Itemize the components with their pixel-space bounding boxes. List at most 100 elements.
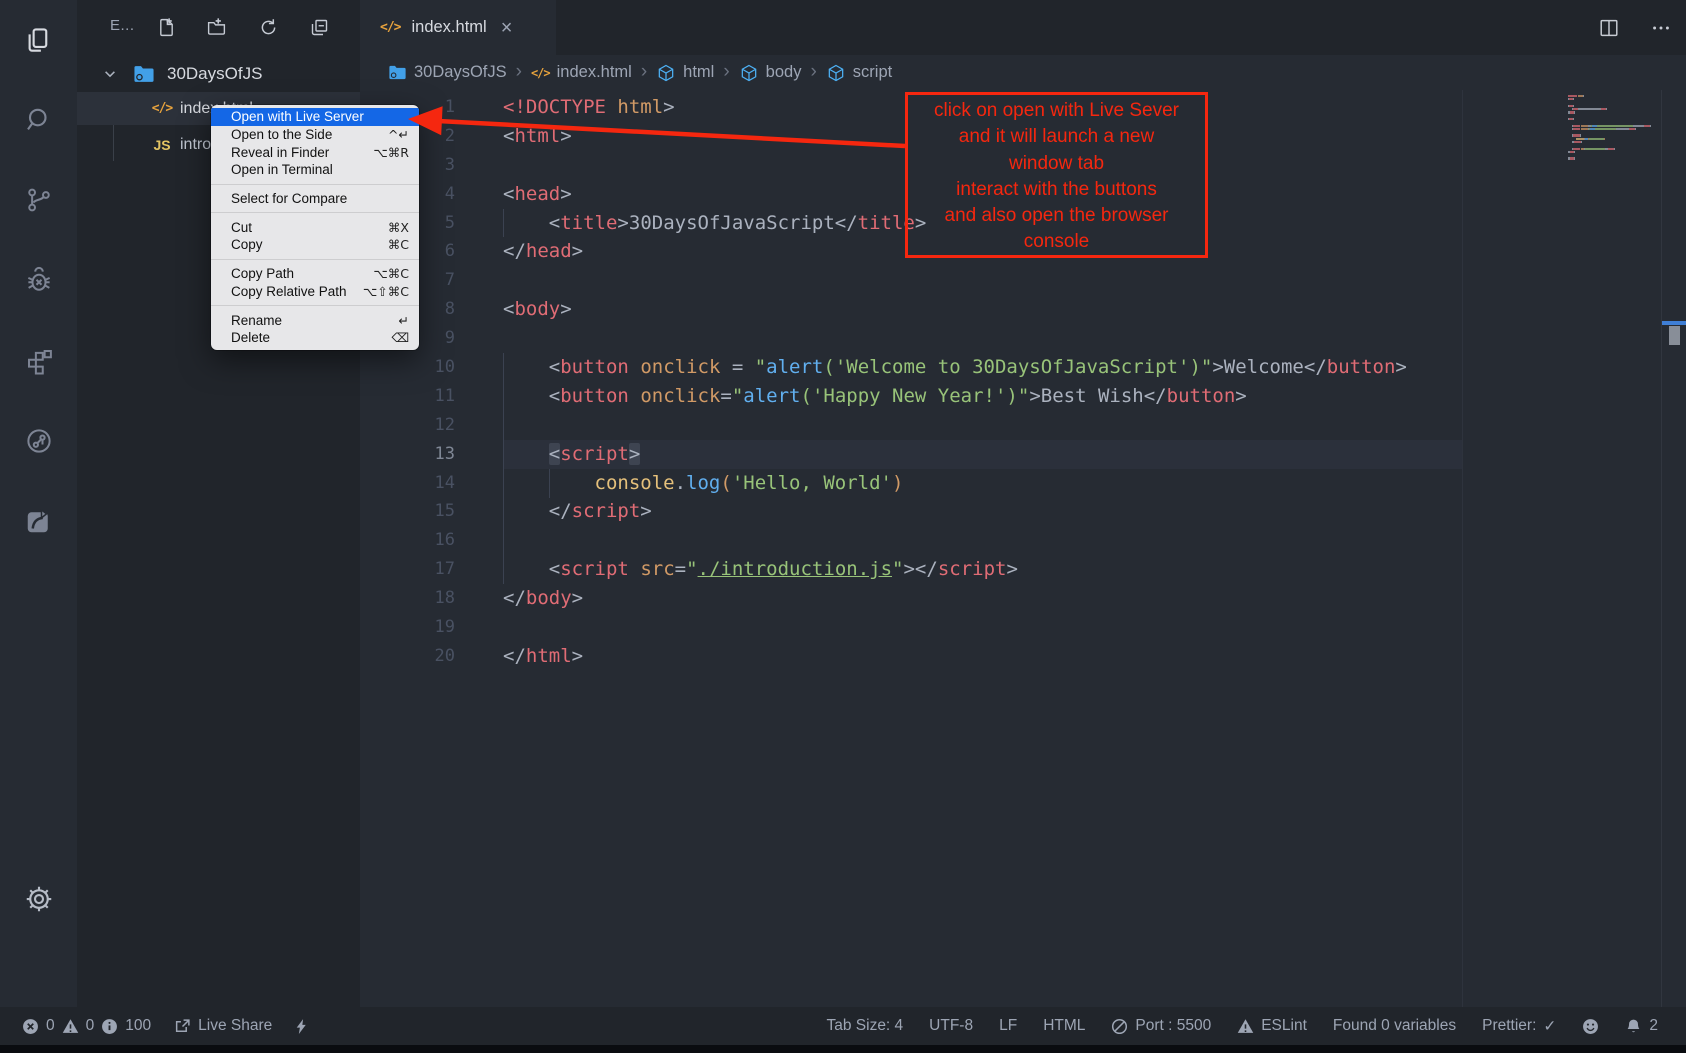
minimap[interactable]	[1568, 95, 1654, 161]
menu-item-reveal-in-finder[interactable]: Reveal in Finder⌥⌘R	[211, 143, 419, 161]
menu-item-open-in-terminal[interactable]: Open in Terminal	[211, 161, 419, 179]
breadcrumb-folder[interactable]: 30DaysOfJS	[388, 63, 507, 82]
live-server-port[interactable]: Port : 5500	[1111, 1017, 1211, 1035]
check-icon: ✓	[1543, 1017, 1556, 1035]
menu-item-copy-relative-path[interactable]: Copy Relative Path⌥⇧⌘C	[211, 283, 419, 301]
minimap-line	[1568, 125, 1654, 127]
new-file-icon[interactable]	[153, 14, 179, 40]
annotation-line: interact with the buttons	[908, 177, 1205, 203]
smiley-icon	[1582, 1018, 1599, 1035]
js-file-icon: JS	[147, 137, 177, 153]
new-folder-icon[interactable]	[203, 14, 229, 40]
menu-item-rename[interactable]: Rename↵	[211, 311, 419, 329]
minimap-line	[1568, 105, 1654, 107]
minimap-line	[1568, 115, 1654, 117]
breadcrumb-file[interactable]: </> index.html	[531, 63, 632, 82]
folder-row-30daysofjs[interactable]: 30DaysOfJS	[77, 58, 360, 90]
code-line-8: 8<body>	[360, 295, 1686, 324]
breadcrumb-separator: ›	[641, 61, 647, 83]
html-file-icon: </>	[380, 20, 400, 35]
problems-warnings[interactable]: 0	[62, 1017, 95, 1035]
overview-scrollbar-thumb[interactable]	[1669, 326, 1680, 345]
share-arrow-icon[interactable]	[0, 491, 77, 551]
folder-icon	[133, 64, 155, 84]
breadcrumb-body-node[interactable]: body	[739, 63, 802, 83]
symbol-cube-icon	[826, 63, 846, 83]
warning-icon	[62, 1018, 79, 1035]
live-share-circle-icon[interactable]	[0, 411, 77, 471]
language-mode[interactable]: HTML	[1043, 1017, 1085, 1035]
eslint-status[interactable]: ESLint	[1237, 1017, 1307, 1035]
more-actions-icon[interactable]	[1646, 13, 1676, 43]
menu-item-open-with-live-server[interactable]: Open with Live Server	[211, 108, 419, 126]
breadcrumb-separator: ›	[723, 61, 729, 83]
info-count[interactable]: 100	[101, 1017, 151, 1035]
explorer-icon[interactable]	[0, 10, 77, 70]
close-icon[interactable]: ×	[501, 18, 513, 38]
split-editor-icon[interactable]	[1594, 13, 1624, 43]
run-debug-icon[interactable]	[0, 251, 77, 311]
menu-separator	[211, 259, 419, 260]
menu-item-copy-path[interactable]: Copy Path⌥⌘C	[211, 265, 419, 283]
lightning-icon[interactable]	[293, 1018, 310, 1035]
breadcrumb-separator: ›	[516, 61, 522, 83]
code-line-13: 13 <script>	[360, 440, 1686, 469]
variables-status[interactable]: Found 0 variables	[1333, 1017, 1456, 1035]
encoding-indicator[interactable]: UTF-8	[929, 1017, 973, 1035]
annotation-line: console	[908, 229, 1205, 255]
minimap-line	[1568, 111, 1654, 113]
menu-item-open-to-the-side[interactable]: Open to the Side^↵	[211, 126, 419, 144]
tab-size-indicator[interactable]: Tab Size: 4	[826, 1017, 903, 1035]
bolt-icon	[293, 1018, 310, 1035]
collapse-folders-icon[interactable]	[306, 14, 332, 40]
eol-indicator[interactable]: LF	[999, 1017, 1017, 1035]
refresh-icon[interactable]	[255, 14, 281, 40]
warning-icon	[1237, 1018, 1254, 1035]
menu-item-copy[interactable]: Copy⌘C	[211, 236, 419, 254]
minimap-line	[1568, 95, 1654, 97]
share-export-icon	[174, 1018, 191, 1035]
extensions-icon[interactable]	[0, 331, 77, 391]
minimap-line	[1568, 148, 1654, 150]
minimap-line	[1568, 98, 1654, 100]
feedback-smiley[interactable]	[1582, 1018, 1599, 1035]
slash-circle-icon	[1111, 1018, 1128, 1035]
overview-current-line-marker	[1662, 321, 1686, 325]
code-line-15: 15 </script>	[360, 497, 1686, 526]
bell-icon	[1625, 1018, 1642, 1035]
settings-gear-icon[interactable]	[0, 869, 77, 929]
search-icon[interactable]	[0, 90, 77, 150]
minimap-line	[1568, 118, 1654, 120]
code-line-9: 9	[360, 324, 1686, 353]
minimap-line	[1568, 131, 1654, 133]
html-file-icon: </>	[147, 101, 177, 116]
code-line-14: 14 console.log('Hello, World')	[360, 469, 1686, 498]
breadcrumb-html-node[interactable]: html	[656, 63, 714, 83]
annotation-line: and it will launch a new	[908, 124, 1205, 150]
window-bottom-edge	[0, 1045, 1686, 1053]
breadcrumb-script-node[interactable]: script	[826, 63, 892, 83]
notifications-bell[interactable]: 2	[1625, 1017, 1658, 1035]
code-line-20: 20</html>	[360, 642, 1686, 671]
vscode-window: E... 30DaysOfJS </> index.html	[0, 0, 1686, 1053]
problems-errors[interactable]: 0	[22, 1017, 55, 1035]
source-control-icon[interactable]	[0, 170, 77, 230]
prettier-status[interactable]: Prettier: ✓	[1482, 1017, 1556, 1035]
minimap-line	[1568, 151, 1654, 153]
minimap-line	[1568, 121, 1654, 123]
breadcrumb-separator: ›	[810, 61, 816, 83]
menu-item-delete[interactable]: Delete⌫	[211, 329, 419, 347]
editor-ruler	[1462, 90, 1463, 1007]
tab-label: index.html	[411, 18, 486, 37]
menu-item-cut[interactable]: Cut⌘X	[211, 218, 419, 236]
tab-index-html[interactable]: </> index.html ×	[360, 0, 556, 55]
folder-root-label: 30DaysOfJS	[167, 64, 262, 84]
code-line-12: 12	[360, 411, 1686, 440]
menu-item-select-for-compare[interactable]: Select for Compare	[211, 190, 419, 208]
live-share-button[interactable]: Live Share	[174, 1017, 272, 1035]
html-file-icon: </>	[531, 66, 550, 80]
menu-separator	[211, 305, 419, 306]
minimap-line	[1568, 128, 1654, 130]
minimap-line	[1568, 144, 1654, 146]
code-line-7: 7	[360, 266, 1686, 295]
